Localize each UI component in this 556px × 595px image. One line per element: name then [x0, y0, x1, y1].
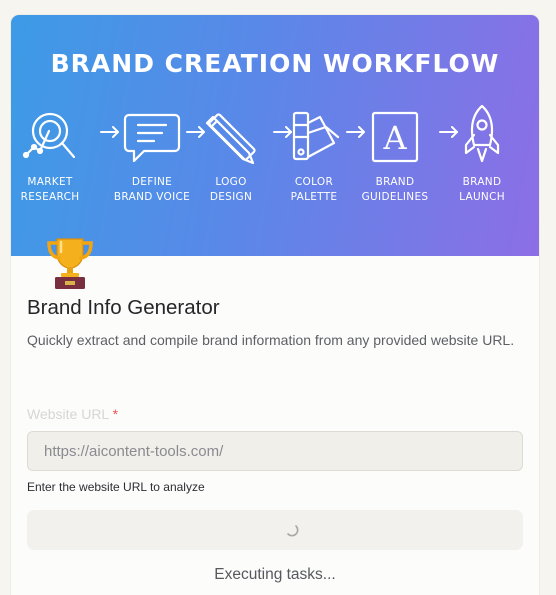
step-brand-guidelines: A BRAND GUIDELINES: [349, 109, 441, 205]
step-label: LOGO DESIGN: [209, 176, 253, 203]
step-label: MARKET RESEARCH: [20, 176, 80, 203]
status-text: Executing tasks...: [214, 566, 336, 583]
url-help-text: Enter the website URL to analyze: [27, 480, 205, 494]
step-label: BRAND LAUNCH: [459, 176, 505, 203]
pencil-ruler-icon: [205, 113, 256, 165]
website-url-label: Website URL *: [27, 406, 523, 422]
step-logo-design: LOGO DESIGN: [185, 109, 277, 205]
run-button-loading[interactable]: [27, 510, 523, 550]
step-label: COLOR PALETTE: [290, 176, 338, 203]
step-brand-launch: BRAND LAUNCH: [436, 103, 528, 205]
speech-bubble-icon: [123, 113, 181, 163]
workflow-banner: BRAND CREATION WORKFLOW MARKET RESEARCH …: [11, 15, 539, 256]
app-card: BRAND CREATION WORKFLOW MARKET RESEARCH …: [11, 15, 539, 595]
app-title: Brand Info Generator: [27, 296, 220, 319]
rocket-icon: [464, 104, 500, 163]
step-label: BRAND GUIDELINES: [361, 176, 429, 203]
step-market-research: MARKET RESEARCH: [11, 109, 96, 205]
step-color-palette: COLOR PALETTE: [268, 109, 360, 205]
required-marker: *: [112, 406, 119, 422]
loading-spinner-icon: [287, 525, 299, 537]
trophy-icon: [47, 238, 93, 289]
svg-text:A: A: [382, 119, 407, 157]
website-url-input[interactable]: [27, 431, 523, 471]
magnifier-chart-icon: [22, 112, 76, 159]
letter-a-book-icon: A: [371, 111, 419, 163]
website-url-label-text: Website URL: [27, 406, 109, 422]
swatch-icon: [292, 111, 340, 161]
app-description: Quickly extract and compile brand inform…: [27, 332, 515, 348]
banner-title: BRAND CREATION WORKFLOW: [50, 49, 500, 78]
